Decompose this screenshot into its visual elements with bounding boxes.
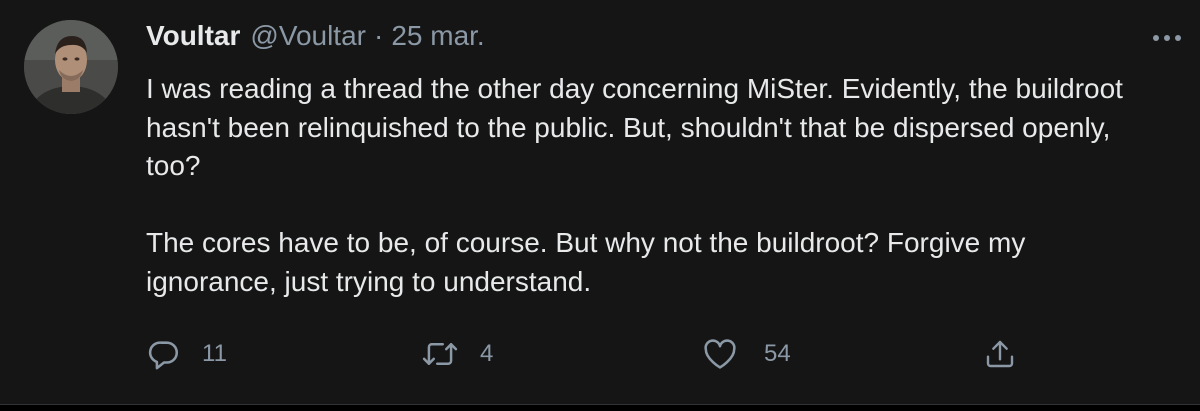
header-separator: ·: [374, 20, 384, 51]
more-options-icon: [1153, 35, 1181, 41]
tweet-paragraph: I was reading a thread the other day con…: [146, 73, 1123, 181]
reply-icon: [146, 336, 182, 372]
tweet-header: Voultar @Voultar · 25 mar.: [146, 20, 485, 60]
share-icon: [982, 336, 1018, 372]
more-options-button[interactable]: [1150, 24, 1184, 52]
share-button[interactable]: [982, 335, 1018, 373]
reply-count: 11: [202, 340, 227, 367]
tweet-card[interactable]: Voultar @Voultar · 25 mar. I was reading…: [0, 0, 1200, 404]
author-display-name[interactable]: Voultar: [146, 20, 240, 52]
like-button[interactable]: 54: [702, 335, 791, 373]
retweet-button[interactable]: 4: [422, 335, 493, 373]
like-count: 54: [764, 340, 791, 367]
retweet-count: 4: [480, 340, 494, 367]
tweet-date[interactable]: 25 mar.: [391, 20, 484, 52]
heart-icon: [702, 336, 738, 372]
retweet-icon: [422, 336, 458, 372]
tweet-divider: [0, 404, 1200, 411]
reply-button[interactable]: 11: [146, 335, 227, 373]
tweet-actions: 11 4 54: [0, 335, 1200, 373]
user-avatar-icon: [24, 20, 118, 114]
author-handle[interactable]: @Voultar: [250, 20, 366, 52]
tweet-paragraph: The cores have to be, of course. But why…: [146, 227, 1026, 297]
tweet-text: I was reading a thread the other day con…: [146, 70, 1146, 301]
avatar[interactable]: [24, 20, 118, 114]
